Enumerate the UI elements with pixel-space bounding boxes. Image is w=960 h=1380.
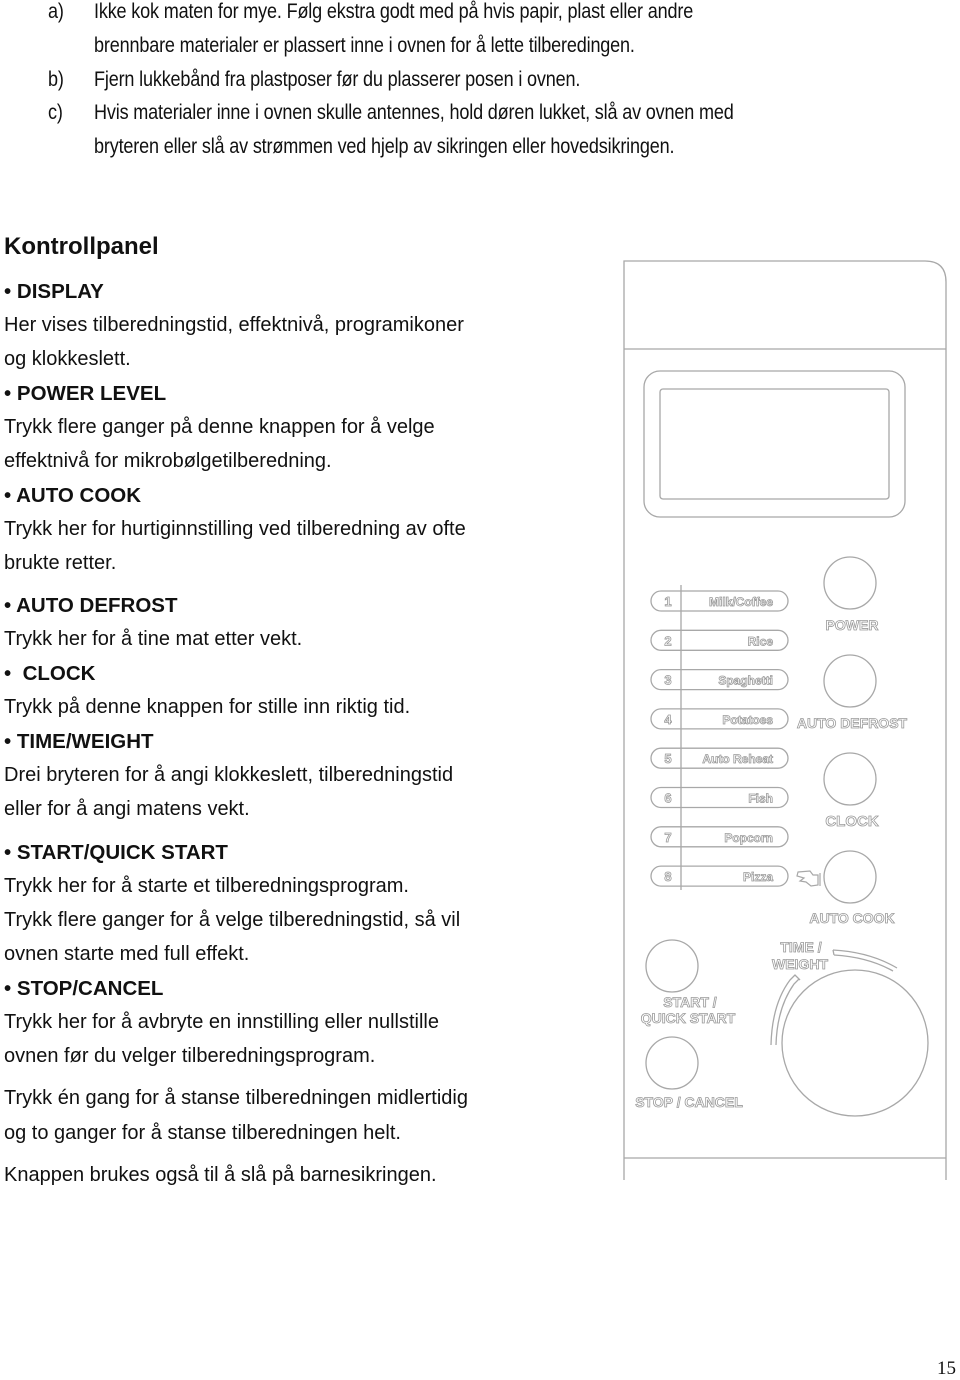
- program-button-1[interactable]: 1 Milk/Coffee: [650, 590, 789, 612]
- program-label: Popcorn: [724, 831, 773, 845]
- program-label: Rice: [748, 634, 774, 648]
- dial-scale-left: [770, 974, 801, 1046]
- program-button-7[interactable]: 7 Popcorn: [650, 826, 789, 848]
- start-quick-start-button[interactable]: [645, 939, 699, 993]
- control-panel-diagram: 1 Milk/Coffee 2 Rice 3 Spaghetti 4 Potatoes 5 Aut…: [623, 260, 947, 1180]
- program-number: 1: [664, 594, 671, 609]
- display-screen: [659, 388, 890, 500]
- program-number: 5: [664, 751, 671, 766]
- stop-cancel-button[interactable]: [645, 1036, 699, 1090]
- stop-cancel-label: STOP / CANCEL: [635, 1094, 743, 1110]
- program-button-6[interactable]: 6 Fish: [650, 786, 789, 809]
- program-button-2[interactable]: 2 Rice: [650, 629, 789, 651]
- program-label: Milk/Coffee: [709, 595, 773, 609]
- program-button-4[interactable]: 4 Potatoes: [650, 708, 789, 730]
- start-label-line2: QUICK START: [641, 1010, 736, 1026]
- start-label-line1: START /: [663, 994, 717, 1010]
- clock-button[interactable]: [823, 752, 877, 806]
- program-label: Fish: [748, 792, 773, 806]
- dial-scale-top: [832, 949, 898, 972]
- pointing-hand-icon: [796, 870, 821, 887]
- time-label-line1: TIME /: [780, 939, 821, 955]
- program-number: 2: [664, 633, 671, 648]
- auto-cook-label: AUTO COOK: [809, 910, 894, 926]
- program-number: 3: [664, 673, 671, 688]
- auto-defrost-button[interactable]: [823, 654, 877, 708]
- program-button-5[interactable]: 5 Auto Reheat: [650, 747, 789, 769]
- program-label: Potatoes: [722, 713, 773, 727]
- auto-cook-button[interactable]: [823, 850, 877, 904]
- clock-label: CLOCK: [825, 813, 878, 830]
- program-number: 7: [664, 830, 671, 845]
- auto-defrost-label: AUTO DEFROST: [797, 715, 908, 731]
- time-weight-dial[interactable]: [781, 969, 929, 1117]
- power-label: POWER: [826, 617, 879, 633]
- program-number: 8: [664, 869, 671, 884]
- program-label: Pizza: [743, 870, 773, 884]
- program-button-3[interactable]: 3 Spaghetti: [650, 668, 789, 691]
- program-label: Auto Reheat: [702, 752, 773, 766]
- program-button-8[interactable]: 8 Pizza: [650, 865, 789, 887]
- program-number: 6: [664, 791, 671, 806]
- program-label: Spaghetti: [718, 674, 773, 688]
- power-button[interactable]: [823, 556, 877, 610]
- time-label-line2: WEIGHT: [772, 956, 828, 972]
- display-frame-outer: [643, 370, 906, 518]
- program-number: 4: [664, 712, 672, 727]
